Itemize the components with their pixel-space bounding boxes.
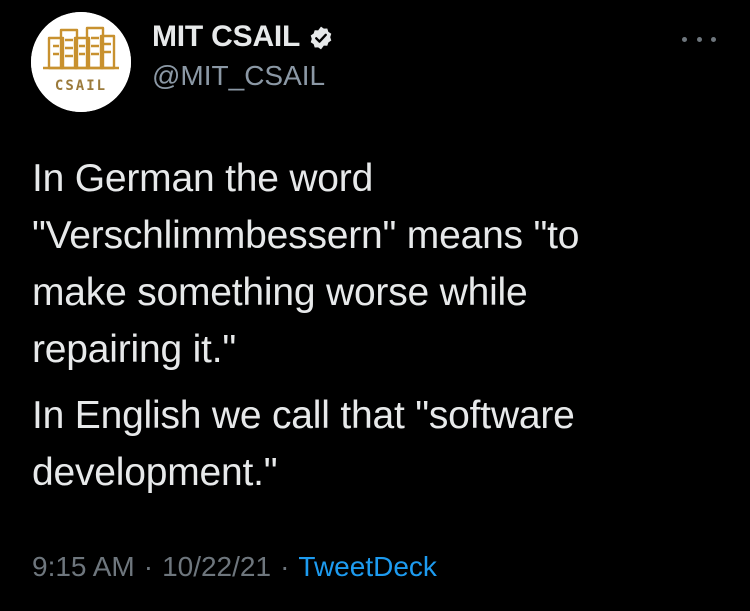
tweet-line: development."	[32, 451, 278, 494]
meta-separator: ·	[280, 551, 290, 582]
avatar[interactable]: CSAIL	[31, 12, 131, 112]
tweet-line: "Verschlimmbessern" means "to	[32, 214, 580, 257]
tweet-time[interactable]: 9:15 AM	[32, 551, 135, 582]
tweet-line: In English we call that "software	[32, 394, 575, 437]
verified-badge-icon	[308, 25, 334, 51]
tweet-line: repairing it."	[32, 328, 236, 371]
display-name[interactable]: MIT CSAIL	[152, 20, 300, 54]
avatar-text: CSAIL	[55, 78, 107, 94]
tweet-source-link[interactable]: TweetDeck	[298, 551, 437, 582]
more-horizontal-icon[interactable]	[682, 30, 716, 48]
author-name-row: MIT CSAIL	[152, 20, 334, 54]
tweet-text: In German the word "Verschlimmbessern" m…	[32, 150, 722, 501]
author-handle[interactable]: @MIT_CSAIL	[152, 60, 325, 92]
tweet-line: In German the word	[32, 157, 374, 200]
tweet-meta: 9:15 AM · 10/22/21 · TweetDeck	[32, 551, 437, 583]
tweet-paragraph: In German the word "Verschlimmbessern" m…	[32, 150, 722, 378]
csail-logo-icon: CSAIL	[31, 12, 131, 112]
tweet-line: make something worse while	[32, 271, 528, 314]
tweet-date[interactable]: 10/22/21	[162, 551, 271, 582]
tweet: CSAIL MIT CSAIL @MIT_CSAIL In German the…	[0, 0, 750, 611]
meta-separator: ·	[143, 551, 154, 582]
more-dot	[696, 36, 702, 42]
tweet-paragraph: In English we call that "software develo…	[32, 387, 722, 501]
more-dot	[711, 36, 716, 42]
more-dot	[682, 36, 687, 42]
